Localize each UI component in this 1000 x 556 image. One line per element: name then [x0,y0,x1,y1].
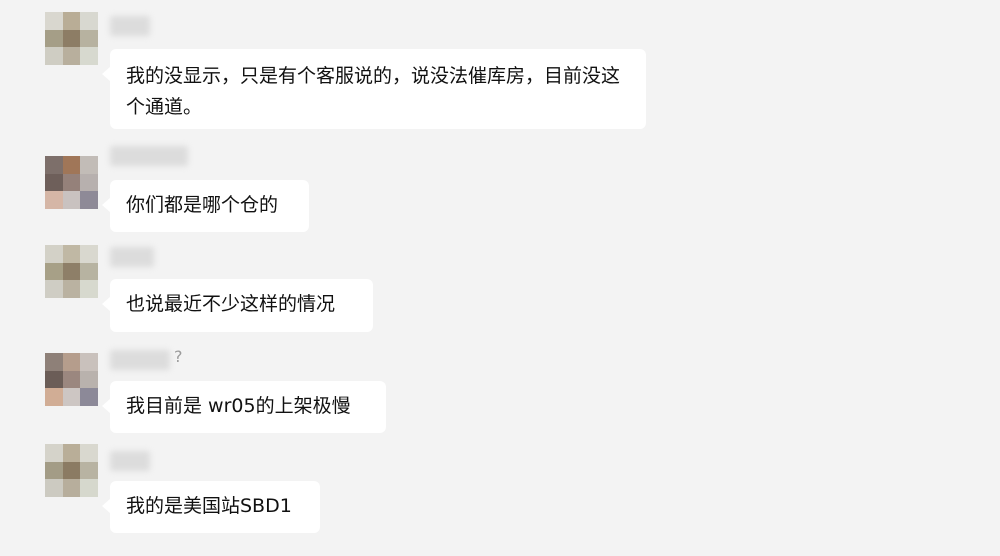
sender-name [110,16,150,36]
message-text: 我的是美国站SBD1 [126,495,292,517]
chat-window: 我的没显示，只是有个客服说的，说没法催库房，目前没这个通道。 你们都是哪个仓的 … [0,0,1000,556]
sender-name-suffix: ? [174,347,183,366]
message-bubble: 你们都是哪个仓的 [102,180,309,232]
avatar[interactable] [45,156,98,209]
message-text: 我的没显示，只是有个客服说的，说没法催库房，目前没这个通道。 [126,65,621,118]
message-text: 也说最近不少这样的情况 [126,293,336,315]
sender-name [110,350,170,370]
message-text: 我目前是 wr05的上架极慢 [126,395,351,417]
message-bubble: 我的没显示，只是有个客服说的，说没法催库房，目前没这个通道。 [102,49,646,129]
sender-name [110,146,188,166]
message-bubble: 也说最近不少这样的情况 [102,279,373,332]
sender-name [110,451,150,471]
avatar[interactable] [45,12,98,65]
avatar[interactable] [45,353,98,406]
message-bubble: 我目前是 wr05的上架极慢 [102,381,386,433]
avatar[interactable] [45,444,98,497]
message-text: 你们都是哪个仓的 [126,194,279,216]
sender-name [110,247,154,267]
avatar[interactable] [45,245,98,298]
message-bubble: 我的是美国站SBD1 [102,481,320,533]
